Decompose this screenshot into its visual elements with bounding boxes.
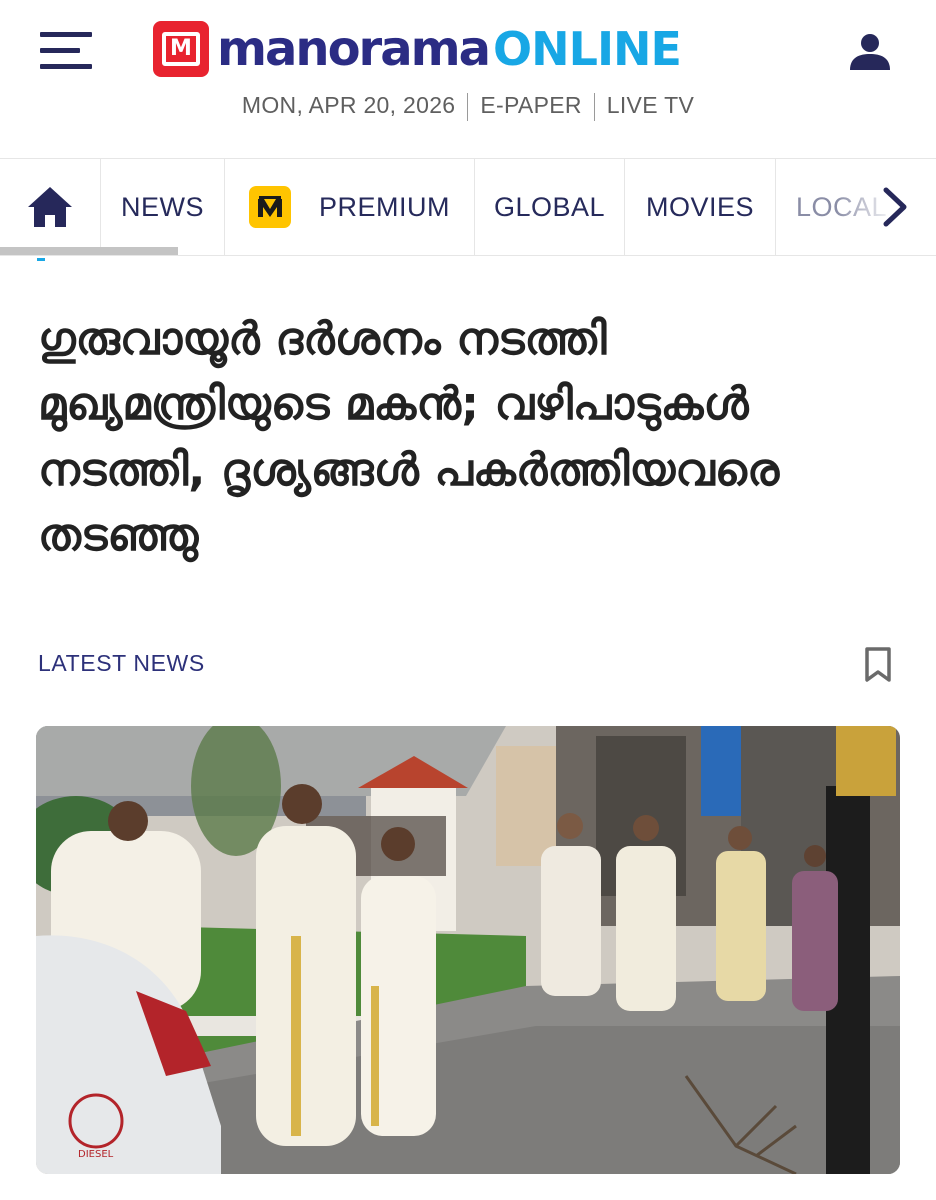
logo-mark: M <box>153 21 209 77</box>
nav-global[interactable]: GLOBAL <box>475 159 625 255</box>
category-nav: NEWS PREMIUM GLOBAL MOVIES LOCAL <box>0 158 936 256</box>
header-subline: MON, APR 20, 2026 E-PAPER LIVE TV <box>0 92 936 121</box>
nav-movies[interactable]: MOVIES <box>625 159 776 255</box>
nav-movies-label: MOVIES <box>645 191 755 222</box>
nav-local[interactable]: LOCAL <box>776 159 936 255</box>
article-headline: ഗുരുവായൂർ ദർശനം നടത്തി മുഖ്യമന്ത്രിയുടെ … <box>38 312 780 561</box>
logo-online: ONLINE <box>493 22 682 76</box>
epaper-link[interactable]: E-PAPER <box>480 92 581 118</box>
user-account-icon[interactable] <box>848 30 892 74</box>
bookmark-icon[interactable] <box>862 646 894 684</box>
nav-news[interactable]: NEWS <box>101 159 225 255</box>
nav-scrollbar[interactable] <box>0 247 178 255</box>
site-header: M manorama ONLINE MON, APR 20, 2026 E-PAP… <box>0 0 936 158</box>
logo-mark-letter: M <box>162 32 200 66</box>
livetv-link[interactable]: LIVE TV <box>607 92 694 118</box>
nav-premium[interactable]: PREMIUM <box>225 159 475 255</box>
divider <box>593 92 595 121</box>
nav-premium-label: PREMIUM <box>319 191 450 222</box>
nav-global-label: GLOBAL <box>493 191 606 222</box>
article-category[interactable]: LATEST NEWS <box>38 650 205 677</box>
nav-home[interactable] <box>0 159 101 255</box>
divider <box>467 92 469 121</box>
hamburger-menu-icon[interactable] <box>40 28 92 72</box>
site-logo[interactable]: M manorama ONLINE <box>153 20 682 78</box>
photo-diesel-text: DIESEL <box>78 1149 114 1160</box>
nav-news-label: NEWS <box>121 191 204 222</box>
current-date: MON, APR 20, 2026 <box>241 92 456 118</box>
home-icon <box>28 187 72 227</box>
logo-word: manorama <box>217 21 491 77</box>
premium-badge-icon <box>249 186 291 228</box>
nav-active-indicator <box>37 258 45 261</box>
article-photo[interactable]: DIESEL <box>36 726 900 1174</box>
chevron-right-icon[interactable] <box>880 187 910 227</box>
